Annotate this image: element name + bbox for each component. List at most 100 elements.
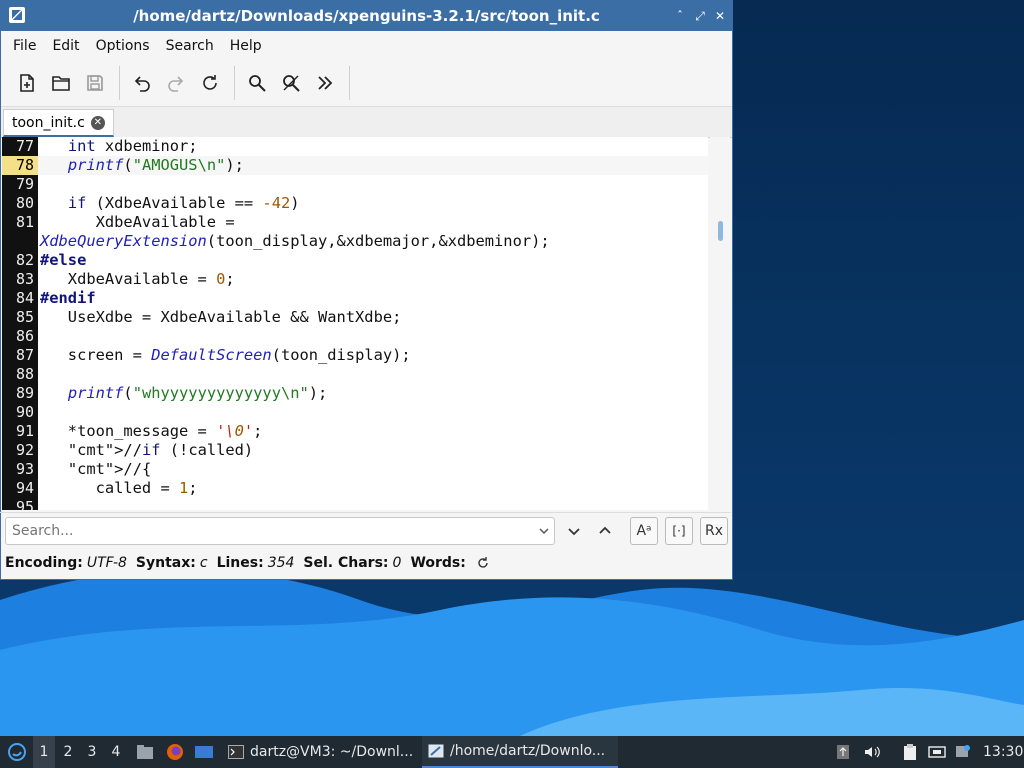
- taskbar: 1 2 3 4 dartz@VM3: ~/Downl... /home/dart…: [0, 736, 1024, 768]
- whole-word-button[interactable]: [·]: [665, 517, 693, 545]
- code-line[interactable]: #else: [40, 251, 86, 270]
- workspace-3[interactable]: 3: [81, 736, 103, 768]
- vertical-scrollbar[interactable]: [710, 137, 730, 510]
- new-file-icon[interactable]: [11, 67, 43, 99]
- workspace-4[interactable]: 4: [105, 736, 127, 768]
- find-previous-icon[interactable]: [591, 517, 619, 545]
- code-line[interactable]: XdbeAvailable =: [40, 213, 235, 232]
- tray-update-icon[interactable]: [834, 736, 852, 768]
- code-line[interactable]: int xdbeminor;: [40, 137, 198, 156]
- maximize-icon[interactable]: ⤢: [691, 7, 709, 25]
- code-editor[interactable]: 77 78 79 80 81 82 83 84 85 86 87 88 89 90 91 92 93 94 95 i…: [2, 137, 708, 510]
- search-bar: Aᵃ [·] Rx: [0, 512, 731, 549]
- tab-bar: toon_init.c ✕: [1, 107, 732, 138]
- undo-icon[interactable]: [126, 67, 158, 99]
- menu-options[interactable]: Options: [88, 38, 158, 54]
- code-line[interactable]: if (XdbeAvailable == -42): [40, 194, 300, 213]
- minimize-icon[interactable]: ˆ: [671, 7, 689, 25]
- sel-chars-label: Sel. Chars:: [303, 555, 389, 571]
- line-number: 82: [15, 251, 34, 269]
- line-number: 79: [15, 175, 34, 193]
- taskbar-task-label: dartz@VM3: ~/Downl...: [250, 744, 414, 760]
- line-number: 89: [15, 384, 34, 402]
- lines-value: 354: [267, 555, 295, 571]
- replace-icon[interactable]: [275, 67, 307, 99]
- menu-file[interactable]: File: [5, 38, 44, 54]
- workspace-2[interactable]: 2: [57, 736, 79, 768]
- syntax-value: c: [199, 555, 208, 571]
- syntax-label: Syntax:: [135, 555, 196, 571]
- words-label: Words:: [410, 555, 466, 571]
- toolbar-separator: [119, 66, 120, 100]
- reload-icon[interactable]: [194, 67, 226, 99]
- line-number-gutter: 77 78 79 80 81 82 83 84 85 86 87 88 89 90 91 92 93 94 95: [2, 137, 38, 510]
- workspace-1[interactable]: 1: [33, 736, 55, 768]
- window-title: /home/dartz/Downloads/xpenguins-3.2.1/sr…: [133, 7, 600, 25]
- tab-close-icon[interactable]: ✕: [90, 115, 105, 130]
- regex-button[interactable]: Rx: [700, 517, 728, 545]
- scrollbar-thumb[interactable]: [718, 221, 723, 241]
- line-number: 88: [15, 365, 34, 383]
- volume-icon[interactable]: [862, 736, 882, 768]
- code-line[interactable]: printf("whyyyyyyyyyyyyy\n");: [40, 384, 328, 403]
- menubar: File Edit Options Search Help: [1, 31, 732, 60]
- code-line[interactable]: XdbeAvailable = 0;: [40, 270, 235, 289]
- tab-label: toon_init.c: [12, 114, 85, 131]
- status-bar: Encoding: UTF-8 Syntax: c Lines: 354 Sel…: [0, 548, 736, 578]
- line-number: 85: [15, 308, 34, 326]
- line-number: 90: [15, 403, 34, 421]
- code-line[interactable]: #endif: [40, 289, 96, 308]
- code-line[interactable]: "cmt">//{: [40, 460, 151, 479]
- clock[interactable]: 13:30: [983, 736, 1023, 768]
- match-case-button[interactable]: Aᵃ: [630, 517, 658, 545]
- refresh-words-icon[interactable]: [476, 556, 490, 570]
- menu-edit[interactable]: Edit: [44, 38, 87, 54]
- taskbar-task-label: /home/dartz/Downlo...: [450, 743, 606, 759]
- encoding-label: Encoding:: [5, 555, 83, 571]
- line-number: 92: [15, 441, 34, 459]
- code-line[interactable]: printf("AMOGUS\n");: [40, 156, 244, 175]
- line-number: 77: [15, 137, 34, 155]
- menu-search[interactable]: Search: [158, 38, 222, 54]
- file-manager-icon[interactable]: [134, 736, 156, 768]
- line-number: 95: [15, 498, 34, 510]
- more-icon[interactable]: [309, 67, 341, 99]
- clipboard-icon[interactable]: [900, 736, 920, 768]
- search-history-chevron-icon[interactable]: [530, 517, 558, 545]
- open-folder-icon[interactable]: [45, 67, 77, 99]
- find-icon[interactable]: [241, 67, 273, 99]
- toolbar-separator: [349, 66, 350, 100]
- network-icon[interactable]: [927, 736, 947, 768]
- window-titlebar[interactable]: /home/dartz/Downloads/xpenguins-3.2.1/sr…: [1, 1, 732, 31]
- menu-help[interactable]: Help: [222, 38, 270, 54]
- encoding-value: UTF-8: [86, 555, 127, 571]
- line-number: 84: [15, 289, 34, 307]
- start-menu-icon[interactable]: [4, 736, 30, 768]
- lines-label: Lines:: [216, 555, 264, 571]
- close-icon[interactable]: ✕: [711, 7, 729, 25]
- editor-icon: [428, 744, 444, 758]
- firefox-icon[interactable]: [164, 736, 186, 768]
- line-number: 87: [15, 346, 34, 364]
- line-number: 80: [15, 194, 34, 212]
- code-line[interactable]: screen = DefaultScreen(toon_display);: [40, 346, 411, 365]
- taskbar-editor-task[interactable]: /home/dartz/Downlo...: [422, 736, 618, 768]
- save-icon[interactable]: [79, 67, 111, 99]
- terminal-icon: [228, 745, 244, 759]
- find-next-icon[interactable]: [560, 517, 588, 545]
- search-input[interactable]: [5, 517, 555, 545]
- tab-toon-init[interactable]: toon_init.c ✕: [3, 109, 114, 137]
- code-line[interactable]: UseXdbe = XdbeAvailable && WantXdbe;: [40, 308, 402, 327]
- redo-icon[interactable]: [160, 67, 192, 99]
- code-line[interactable]: called = 1;: [40, 479, 198, 498]
- code-line[interactable]: *toon_message = '\0';: [40, 422, 263, 441]
- toolbar: [1, 60, 732, 107]
- taskbar-terminal-task[interactable]: dartz@VM3: ~/Downl...: [222, 736, 430, 768]
- user-notification-icon[interactable]: [953, 736, 973, 768]
- line-number: 86: [15, 327, 34, 345]
- toolbar-separator: [234, 66, 235, 100]
- code-line[interactable]: "cmt">//if (!called): [40, 441, 253, 460]
- line-number: 78: [2, 156, 38, 175]
- code-line[interactable]: XdbeQueryExtension(toon_display,&xdbemaj…: [40, 232, 550, 251]
- show-desktop-icon[interactable]: [193, 736, 215, 768]
